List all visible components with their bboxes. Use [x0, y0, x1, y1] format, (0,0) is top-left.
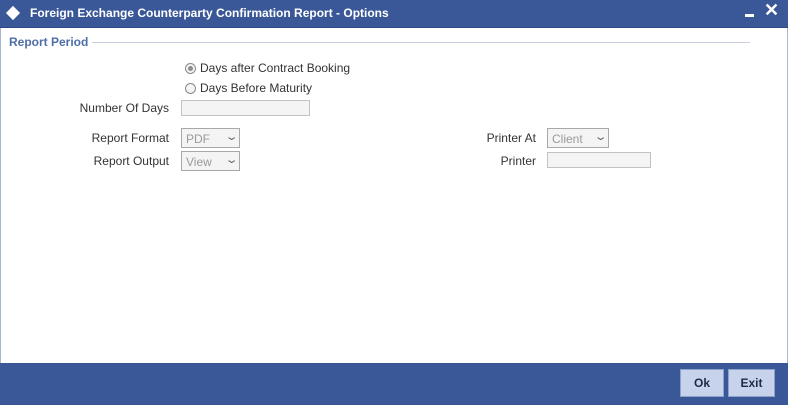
printer-at-select[interactable]: Client ⌄	[547, 128, 609, 148]
footer-bar	[0, 363, 788, 405]
section-divider	[92, 42, 750, 43]
report-output-label: Report Output	[93, 154, 169, 168]
radio-days-after-booking[interactable]: Days after Contract Booking	[185, 61, 350, 75]
dialog-body	[0, 28, 788, 363]
report-format-select[interactable]: PDF ⌄	[181, 128, 240, 148]
diamond-icon	[5, 5, 21, 21]
report-period-heading: Report Period	[9, 35, 89, 49]
chevron-down-icon: ⌄	[593, 131, 608, 143]
minimize-icon[interactable]	[745, 14, 754, 17]
printer-at-value: Client	[552, 132, 583, 146]
ok-button[interactable]: Ok	[680, 369, 724, 397]
window-title: Foreign Exchange Counterparty Confirmati…	[30, 6, 389, 20]
title-bar: Foreign Exchange Counterparty Confirmati…	[0, 0, 788, 28]
number-of-days-label: Number Of Days	[79, 101, 169, 115]
chevron-down-icon: ⌄	[224, 154, 239, 166]
report-output-select[interactable]: View ⌄	[181, 151, 240, 171]
report-output-value: View	[186, 155, 212, 169]
printer-label: Printer	[500, 154, 536, 168]
report-format-value: PDF	[186, 132, 210, 146]
close-icon[interactable]: ✕	[764, 1, 779, 19]
printer-input[interactable]	[547, 152, 651, 168]
radio-button[interactable]	[185, 82, 196, 94]
radio-label: Days after Contract Booking	[200, 61, 351, 75]
radio-days-before-maturity[interactable]: Days Before Maturity	[185, 81, 312, 95]
radio-button-checked[interactable]	[185, 62, 196, 74]
exit-button[interactable]: Exit	[728, 369, 775, 397]
chevron-down-icon: ⌄	[224, 131, 239, 143]
radio-label: Days Before Maturity	[200, 81, 313, 95]
printer-at-label: Printer At	[486, 131, 536, 145]
number-of-days-input[interactable]	[181, 100, 310, 116]
report-format-label: Report Format	[91, 131, 169, 145]
